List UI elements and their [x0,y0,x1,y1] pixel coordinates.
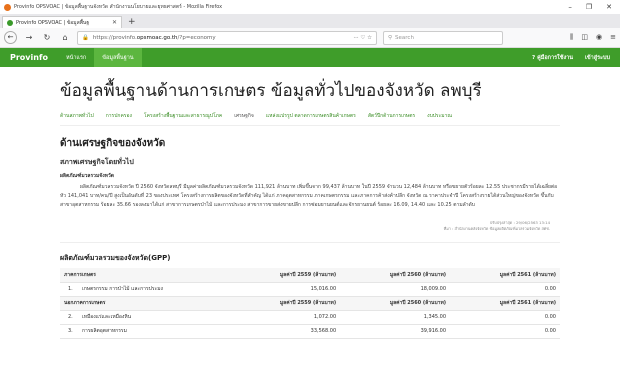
url-domain: opsmoac.go.th [136,34,178,41]
row-index: 2. [60,310,78,325]
search-icon: ⚲ [388,34,393,41]
tab-close-icon[interactable]: ✕ [112,19,117,26]
url-prefix: https://provinfo. [92,34,137,41]
group-2559: มูลค่าปี 2559 (ล้านบาท) [230,296,341,311]
section-title: ด้านเศรษฐกิจของจังหวัด [60,138,166,149]
tab-bar: Provinfo OPSVOAC | ข้อมูลพื้นฐ ✕ + [0,14,620,28]
subnav-budget[interactable]: งบประมาณ [427,112,452,120]
row-value-2559: 33,568.00 [230,324,341,339]
row-name: การผลิตอุตสาหกรรม [78,324,231,339]
subsection-title: สภาพเศรษฐกิจโดยทั่วไป [60,158,134,166]
subnav-processing[interactable]: แหล่งแปรรูป ตลาดการเกษตรสินค้าเกษตร [266,112,356,120]
header-2561: มูลค่าปี 2561 (ล้านบาท) [450,268,560,283]
economy-paragraph: ผลิตภัณฑ์มวลรวมจังหวัด ปี 2560 จังหวัดลพ… [60,184,558,208]
gpp-heading: ผลิตภัณฑ์มวลรวมจังหวัด [60,173,115,179]
library-icon[interactable]: ⫼ [570,33,573,42]
address-field[interactable]: 🔒 https://provinfo. opsmoac.go.th/?p=econ… [77,30,377,45]
header-2559: มูลค่าปี 2559 (ล้านบาท) [230,268,341,283]
table-row: 3. การผลิตอุตสาหกรรม 33,568.00 39,916.00… [60,324,560,339]
maximize-icon[interactable]: ❐ [586,3,592,11]
row-index: 3. [60,324,78,339]
row-value-2560: 18,009.00 [340,282,451,297]
row-value-2559: 1,072.00 [230,310,341,325]
gpp-table-title: ผลิตภัณฑ์มวลรวมของจังหวัด(GPP) [60,254,171,262]
header-agri: ภาคการเกษตร [60,268,231,283]
firefox-icon [4,3,11,11]
account-icon[interactable]: ◉ [596,33,602,42]
group-2561: มูลค่าปี 2561 (ล้านบาท) [450,296,560,311]
page-actions[interactable]: ··· ♡ ☆ [353,35,372,41]
row-index: 1. [60,282,78,297]
table-row: 1. เกษตรกรรม การป่าไม้ และการประมง 15,01… [60,282,560,297]
window-title: Provinfo OPSVOAC | ข้อมูลพื้นฐานจังหวัด … [14,4,223,10]
row-value-2559: 15,016.00 [230,282,341,297]
search-field[interactable]: ⚲ Search [383,30,503,45]
lock-icon: 🔒 [82,34,89,41]
group-2560: มูลค่าปี 2560 (ล้านบาท) [340,296,451,311]
site-favicon-icon [7,19,13,26]
row-value-2560: 39,916.00 [340,324,451,339]
minimize-icon[interactable]: – [568,3,572,11]
home-button[interactable]: ⌂ [59,33,71,42]
row-name: เหมืองแร่และเหมืองหิน [78,310,231,325]
search-placeholder: Search [395,34,414,41]
gpp-table: ภาคการเกษตร มูลค่าปี 2559 (ล้านบาท) มูลค… [60,268,560,339]
subnav-general[interactable]: ด้านสภาพทั่วไป [60,112,94,120]
subnav-governance[interactable]: การปกครอง [106,112,132,120]
new-tab-button[interactable]: + [122,16,142,28]
table-group-header: นอกภาคการเกษตร มูลค่าปี 2559 (ล้านบาท) ม… [60,296,560,311]
row-value-2560: 1,345.00 [340,310,451,325]
nav-manual[interactable]: ? คู่มือการใช้งาน [532,54,573,62]
main-content: ข้อมูลพื้นฐานด้านการเกษตร ข้อมูลทั่วไปขอ… [0,77,620,339]
table-header: ภาคการเกษตร มูลค่าปี 2559 (ล้านบาท) มูลค… [60,268,560,283]
nav-login[interactable]: เข้าสู่ระบบ [585,54,610,62]
data-source: ที่มา : สำนักงานคลังจังหวัด ข้อมูลผลิตภั… [443,226,550,231]
url-suffix: /?p=economy [177,34,216,41]
subnav-economy[interactable]: เศรษฐกิจ [234,112,254,120]
sidebar-icon[interactable]: ◫ [581,33,588,42]
nav-home[interactable]: หน้าแรก [58,48,94,67]
row-value-2561: 0.00 [450,324,560,339]
browser-tab[interactable]: Provinfo OPSVOAC | ข้อมูลพื้นฐ ✕ [2,16,122,28]
group-nonagri: นอกภาคการเกษตร [60,296,231,311]
site-navbar: Provinfo หน้าแรก ข้อมูลพื้นฐาน ? คู่มือก… [0,48,620,67]
page-title: ข้อมูลพื้นฐานด้านการเกษตร ข้อมูลทั่วไปขอ… [60,81,482,101]
window-titlebar: Provinfo OPSVOAC | ข้อมูลพื้นฐานจังหวัด … [0,0,620,14]
row-value-2561: 0.00 [450,282,560,297]
nav-basic-info[interactable]: ข้อมูลพื้นฐาน [94,48,142,67]
sub-navigation: ด้านสภาพทั่วไป การปกครอง โครงสร้างพื้นฐา… [60,112,560,126]
row-name: เกษตรกรรม การป่าไม้ และการประมง [78,282,231,297]
row-value-2561: 0.00 [450,310,560,325]
brand-logo[interactable]: Provinfo [0,53,58,62]
forward-button[interactable]: → [23,33,35,42]
table-row: 2. เหมืองแร่และเหมืองหิน 1,072.00 1,345.… [60,310,560,325]
subnav-infrastructure[interactable]: โครงสร้างพื้นฐานและสาธารณูปโภค [144,112,222,120]
url-bar: ← → ↻ ⌂ 🔒 https://provinfo. opsmoac.go.th… [0,28,620,48]
reload-button[interactable]: ↻ [41,33,53,42]
back-button[interactable]: ← [4,31,17,44]
tab-title: Provinfo OPSVOAC | ข้อมูลพื้นฐ [16,19,90,26]
close-icon[interactable]: ✕ [606,3,612,11]
header-2560: มูลค่าปี 2560 (ล้านบาท) [340,268,451,283]
menu-icon[interactable]: ≡ [610,33,616,42]
update-meta: ปรับปรุงล่าสุด : 29/06/2563 13:14 ที่มา … [60,220,560,232]
subnav-livestock[interactable]: สัตว์ปีกด้านการเกษตร [368,112,415,120]
